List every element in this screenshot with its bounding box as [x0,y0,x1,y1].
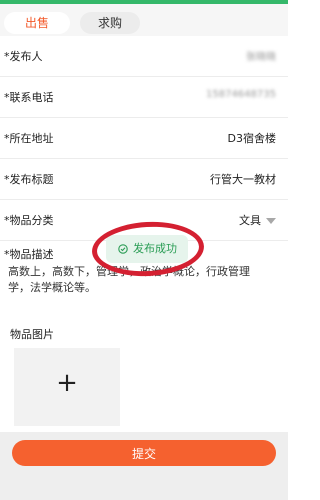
phone-value[interactable]: 15874648735 [206,89,276,100]
submit-button[interactable]: 提交 [12,440,276,466]
description-label: *物品描述 [4,248,54,261]
plus-icon: + [56,368,78,398]
images-label: 物品图片 [10,328,54,341]
tab-bar: 出售 求购 [0,4,288,36]
category-select[interactable]: 文具 [239,212,276,228]
title-row[interactable]: *发布标题 行管大一教材 [0,159,288,200]
tab-sell[interactable]: 出售 [4,12,70,34]
phone-label: *联系电话 [4,91,54,104]
category-value: 文具 [239,214,261,227]
address-row[interactable]: *所在地址 D3宿舍楼 [0,118,288,159]
tab-buy[interactable]: 求购 [80,12,140,34]
title-value[interactable]: 行管大一教材 [210,171,276,187]
publisher-row[interactable]: *发布人 张晓晓 [0,36,288,77]
title-label: *发布标题 [4,173,54,186]
add-image-button[interactable]: + [14,348,120,426]
publisher-label: *发布人 [4,50,43,63]
address-value[interactable]: D3宿舍楼 [228,130,276,146]
chevron-down-icon [266,218,276,224]
publisher-value[interactable]: 张晓晓 [246,48,276,63]
category-label: *物品分类 [4,214,54,227]
phone-row[interactable]: *联系电话 15874648735 [0,77,288,118]
address-label: *所在地址 [4,132,54,145]
